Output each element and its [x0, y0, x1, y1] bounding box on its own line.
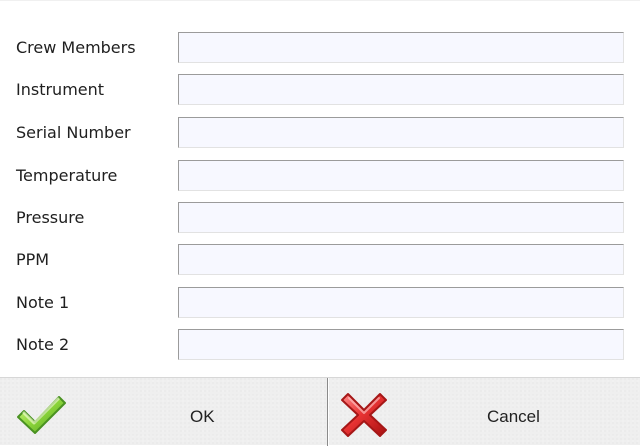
pressure-input[interactable]: [178, 202, 624, 233]
crew-members-input[interactable]: [178, 32, 624, 63]
note-2-label: Note 2: [16, 335, 70, 354]
button-bar: OK Cancel: [0, 377, 640, 446]
form-area: Crew Members Instrument Serial Number Te…: [0, 1, 640, 377]
ok-button[interactable]: OK: [0, 378, 327, 446]
crew-members-label: Crew Members: [16, 38, 136, 57]
note-2-input[interactable]: [178, 329, 624, 360]
note-1-input[interactable]: [178, 287, 624, 318]
note-2-row: Note 2: [0, 326, 640, 368]
crew-members-row: Crew Members: [0, 29, 640, 71]
serial-number-input[interactable]: [178, 117, 624, 148]
cancel-button-label: Cancel: [487, 407, 540, 426]
temperature-label: Temperature: [16, 166, 118, 185]
temperature-row: Temperature: [0, 157, 640, 199]
cancel-button[interactable]: Cancel: [328, 378, 640, 446]
instrument-input[interactable]: [178, 74, 624, 105]
data-entry-dialog: Crew Members Instrument Serial Number Te…: [0, 0, 640, 446]
note-1-row: Note 1: [0, 284, 640, 326]
ppm-input[interactable]: [178, 244, 624, 275]
note-1-label: Note 1: [16, 293, 70, 312]
ppm-row: PPM: [0, 241, 640, 283]
temperature-input[interactable]: [178, 160, 624, 191]
check-icon: [17, 396, 66, 434]
x-icon: [341, 393, 387, 437]
serial-number-row: Serial Number: [0, 114, 640, 156]
serial-number-label: Serial Number: [16, 123, 131, 142]
ppm-label: PPM: [16, 250, 50, 269]
instrument-row: Instrument: [0, 71, 640, 113]
pressure-row: Pressure: [0, 199, 640, 241]
instrument-label: Instrument: [16, 80, 105, 99]
pressure-label: Pressure: [16, 208, 85, 227]
ok-button-label: OK: [190, 407, 215, 426]
